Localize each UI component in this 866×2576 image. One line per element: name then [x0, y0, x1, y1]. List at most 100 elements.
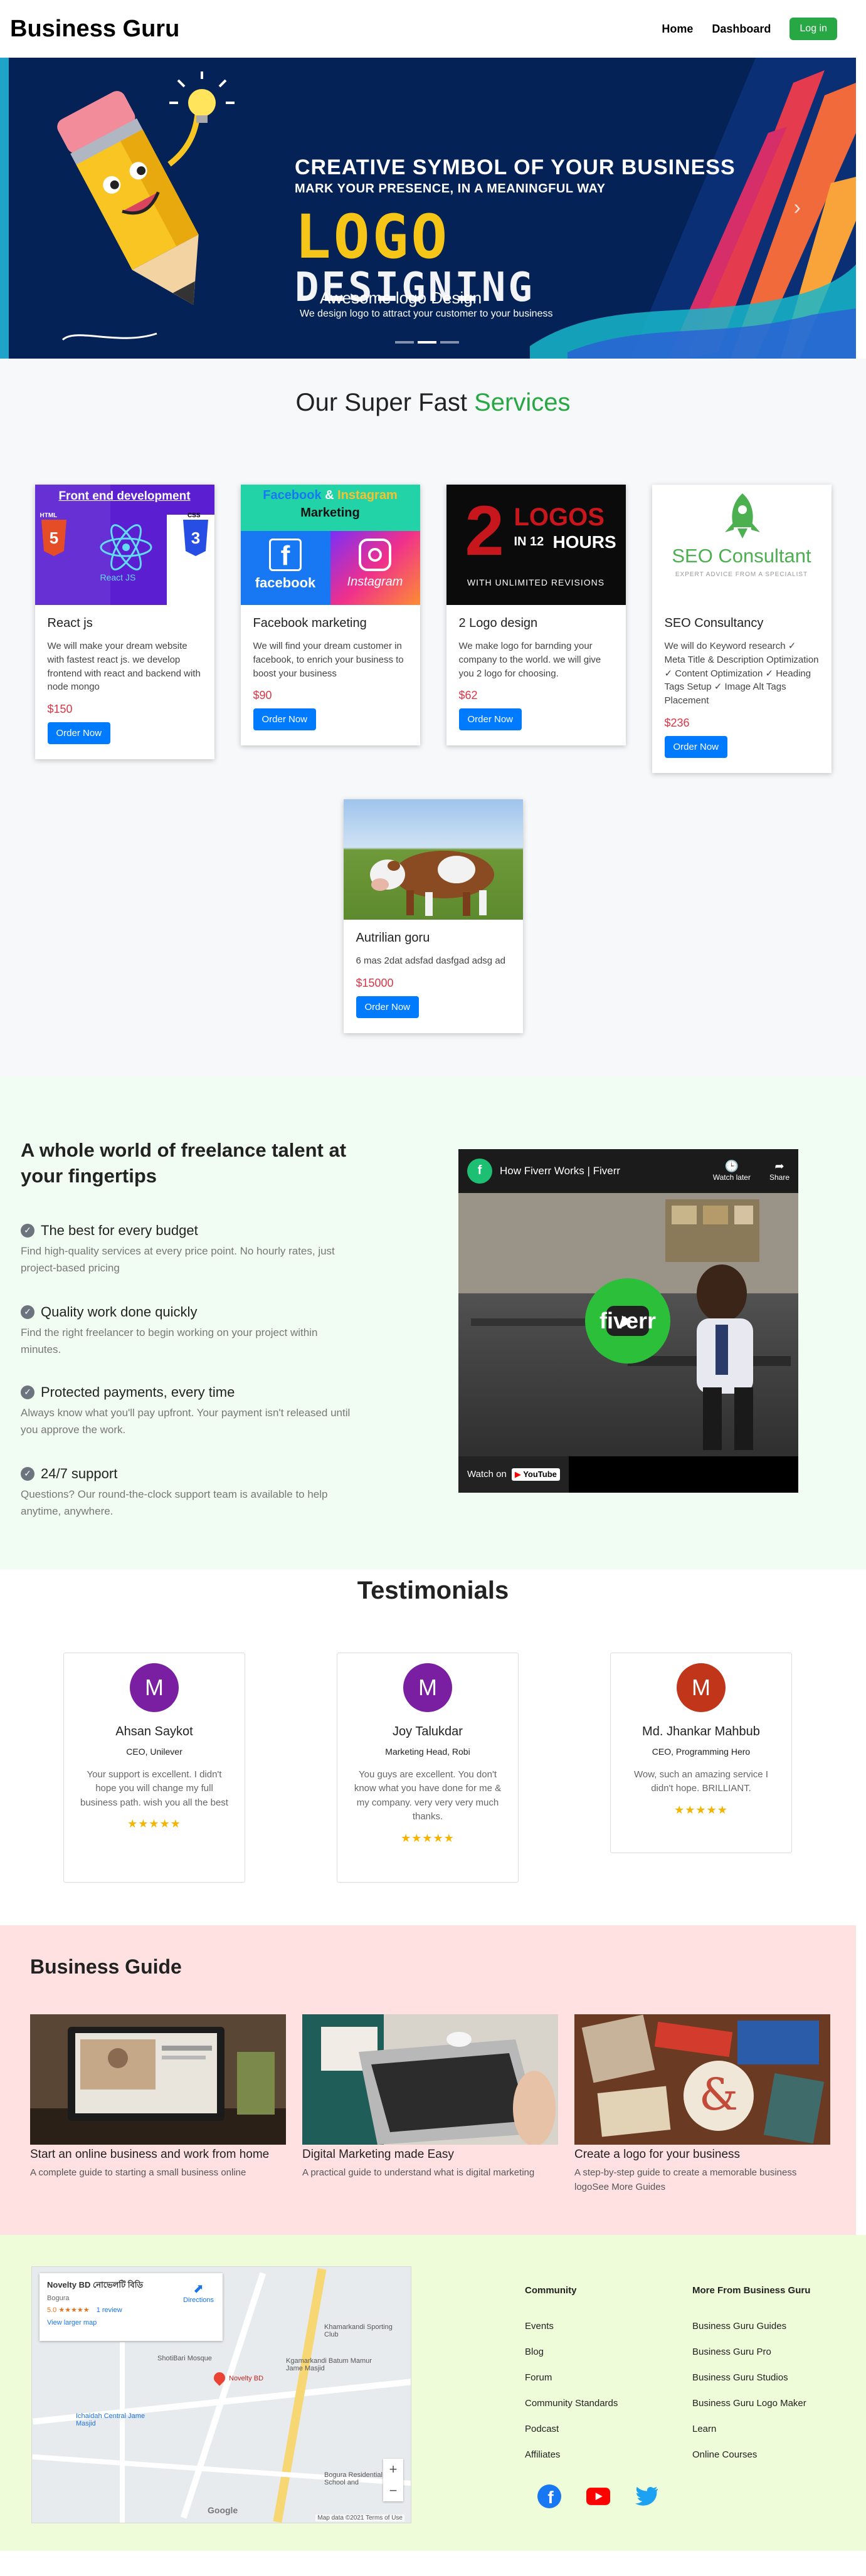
- marketing-heading: Marketing: [300, 506, 360, 520]
- login-button[interactable]: Log in: [789, 18, 837, 40]
- instagram-tile: Instagram: [330, 531, 420, 605]
- watch-later-button[interactable]: 🕒 Watch later: [713, 1160, 751, 1182]
- react-atom-icon: [100, 524, 152, 570]
- svg-text:5: 5: [49, 528, 58, 547]
- nav-links: Home Dashboard Log in: [662, 18, 856, 40]
- zoom-in-button[interactable]: +: [383, 2459, 403, 2480]
- card-body: Autrilian goru 6 mas 2dat adsfad dasfgad…: [344, 920, 523, 1033]
- footer-link[interactable]: Forum: [525, 2372, 618, 2383]
- footer-link[interactable]: Affiliates: [525, 2449, 618, 2460]
- map-label: Novelty BD: [229, 2374, 264, 2382]
- directions-icon: ⬈: [193, 2281, 204, 2296]
- order-now-button[interactable]: Order Now: [47, 722, 111, 744]
- order-now-button[interactable]: Order Now: [253, 708, 317, 731]
- youtube-video-embed[interactable]: f How Fiverr Works | Fiverr 🕒 Watch late…: [458, 1149, 798, 1493]
- avatar: M: [677, 1663, 726, 1712]
- hero-edge: [0, 58, 9, 359]
- testimonial-quote: You guys are excellent. You don't know w…: [354, 1769, 502, 1822]
- guide-item-title[interactable]: Create a logo for your business: [574, 2147, 830, 2163]
- footer-link[interactable]: Blog: [525, 2347, 618, 2357]
- footer-link[interactable]: Events: [525, 2321, 618, 2332]
- footer-link[interactable]: Community Standards: [525, 2398, 618, 2409]
- services-title-highlight: Services: [474, 389, 571, 416]
- footer-link[interactable]: Business Guru Studios: [692, 2372, 810, 2383]
- check-circle-icon: ✓: [21, 1223, 34, 1238]
- google-map-embed[interactable]: Khamarkandi Sporting Club ShotiBari Mosq…: [31, 2266, 411, 2523]
- card-text: We will make your dream website with fas…: [47, 641, 201, 693]
- logo-design-image: 2 LOGOS IN 12 HOURS WITH UNLIMITED REVIS…: [446, 485, 626, 605]
- carousel-caption-text: We design logo to attract your customer …: [300, 308, 553, 319]
- card-body: 2 Logo design We make logo for barnding …: [446, 605, 626, 745]
- freelance-section: A whole world of freelance talent at you…: [0, 1076, 866, 1569]
- carousel-indicator[interactable]: [418, 341, 436, 344]
- watch-on-label: Watch on: [467, 1469, 507, 1480]
- order-now-button[interactable]: Order Now: [458, 708, 522, 731]
- guide-item[interactable]: & Create a logo for your business A step…: [574, 2014, 830, 2195]
- fiverr-channel-icon[interactable]: f: [467, 1158, 492, 1184]
- map-reviews-link[interactable]: 1 review: [97, 2306, 122, 2314]
- check-circle-icon: ✓: [21, 1466, 34, 1481]
- order-now-button[interactable]: Order Now: [356, 996, 420, 1018]
- footer-link[interactable]: Learn: [692, 2424, 810, 2434]
- watch-on-youtube-link[interactable]: Watch on ▶ YouTube: [458, 1456, 569, 1493]
- map-label: ShotiBari Mosque: [157, 2354, 212, 2362]
- footer-link[interactable]: Business Guru Guides: [692, 2321, 810, 2332]
- brand-logo[interactable]: Business Guru: [10, 16, 179, 43]
- service-card: Autrilian goru 6 mas 2dat adsfad dasfgad…: [343, 799, 523, 1033]
- share-button[interactable]: ➦ Share: [769, 1160, 789, 1182]
- order-now-button[interactable]: Order Now: [664, 735, 728, 758]
- card-price: $62: [458, 689, 478, 702]
- card-title: SEO Consultancy: [664, 616, 764, 630]
- map-terms[interactable]: Map data ©2021 Terms of Use: [315, 2514, 404, 2521]
- nav-dashboard-link[interactable]: Dashboard: [712, 23, 771, 36]
- hero-carousel: CREATIVE SYMBOL OF YOUR BUSINESS MARK YO…: [0, 58, 856, 359]
- youtube-logo-icon: ▶ YouTube: [511, 1468, 560, 1481]
- testimonials-section: Testimonials M Ahsan Saykot CEO, Unileve…: [0, 1569, 866, 1925]
- nav-home-link[interactable]: Home: [662, 23, 693, 36]
- logo-image-unlimited: WITH UNLIMITED REVISIONS: [467, 577, 605, 587]
- directions-button[interactable]: ⬈ Directions: [183, 2281, 214, 2304]
- card-price: $236: [664, 716, 690, 729]
- logo-image-in12: IN 12: [514, 535, 544, 549]
- cow-image: [343, 799, 523, 920]
- guide-item-title[interactable]: Digital Marketing made Easy: [302, 2147, 558, 2163]
- map-rating: 5.0 ★★★★★ 1 review: [47, 2306, 122, 2314]
- twitter-icon[interactable]: [635, 2484, 659, 2508]
- footer-link[interactable]: Business Guru Logo Maker: [692, 2398, 810, 2409]
- card-text: We will do Keyword research ✓ Meta Title…: [664, 641, 819, 706]
- testimonial-name: Ahsan Saykot: [115, 1724, 193, 1738]
- services-cards-row-2: Autrilian goru 6 mas 2dat adsfad dasfgad…: [0, 799, 866, 1033]
- guide-item-title[interactable]: Start an online business and work from h…: [30, 2147, 286, 2163]
- share-icon: ➦: [774, 1160, 784, 1172]
- fb-heading: Facebook: [263, 488, 322, 502]
- guide-item[interactable]: Start an online business and work from h…: [30, 2014, 286, 2180]
- guide-item[interactable]: Digital Marketing made Easy A practical …: [302, 2014, 558, 2180]
- map-label: Khamarkandi Sporting Club: [324, 2323, 393, 2338]
- zoom-out-button[interactable]: −: [383, 2480, 403, 2501]
- carousel-next-icon[interactable]: ›: [794, 196, 801, 220]
- view-larger-map-link[interactable]: View larger map: [47, 2319, 215, 2326]
- hero-headline: CREATIVE SYMBOL OF YOUR BUSINESS: [295, 155, 736, 179]
- carousel-indicator[interactable]: [395, 341, 414, 344]
- guide-image-logo-design: &: [574, 2014, 830, 2145]
- facebook-icon[interactable]: f: [537, 2484, 561, 2508]
- facebook-tile: f facebook: [240, 531, 330, 605]
- card-title: Facebook marketing: [253, 616, 367, 630]
- footer-link[interactable]: Business Guru Pro: [692, 2347, 810, 2357]
- footer-link[interactable]: Online Courses: [692, 2449, 810, 2460]
- carousel-indicator[interactable]: [440, 341, 459, 344]
- video-title[interactable]: How Fiverr Works | Fiverr: [500, 1165, 694, 1177]
- seo-consultant-image: SEO Consultant EXPERT ADVICE FROM A SPEC…: [652, 485, 832, 605]
- social-links: f: [537, 2484, 659, 2508]
- youtube-icon[interactable]: [586, 2484, 610, 2508]
- testimonial-role: Marketing Head, Robi: [385, 1746, 470, 1757]
- css3-icon: 3: [182, 520, 208, 556]
- more-links: More From Business Guru Business Guru Gu…: [692, 2285, 810, 2475]
- footer-link[interactable]: Podcast: [525, 2424, 618, 2434]
- testimonial-name: Md. Jhankar Mahbub: [642, 1724, 760, 1738]
- feature-item: ✓ 24/7 support Questions? Our round-the-c…: [21, 1466, 359, 1520]
- map-label: Kgamarkandi Batum Mamur Jame Masjid: [286, 2357, 372, 2372]
- star-rating-icon: ★★★★★: [127, 1817, 181, 1830]
- css-label: CSS: [187, 512, 201, 519]
- service-card: SEO Consultant EXPERT ADVICE FROM A SPEC…: [652, 485, 832, 773]
